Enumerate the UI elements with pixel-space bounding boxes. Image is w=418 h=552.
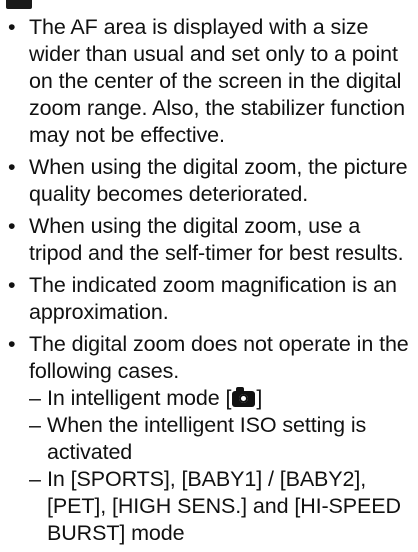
exception-item-intelligent-iso: – When the intelligent ISO setting is ac… — [29, 412, 414, 466]
bullet-icon: • — [8, 273, 16, 297]
notes-list: • The AF area is displayed with a size w… — [6, 14, 414, 552]
note-text: The indicated zoom magnification is an a… — [29, 273, 397, 324]
exception-list: – In intelligent mode [] – When the intel… — [29, 385, 414, 547]
note-text: The AF area is displayed with a size wid… — [29, 15, 405, 147]
note-text: The digital zoom does not operate in the… — [29, 332, 409, 383]
dash-icon: – — [29, 413, 41, 437]
note-item: • When using the digital zoom, use a tri… — [6, 213, 414, 267]
note-item: • The AF area is displayed with a size w… — [6, 14, 414, 149]
exception-text: In [SPORTS], [BABY1] / [BABY2], [PET], [… — [47, 467, 401, 545]
dash-icon: – — [29, 467, 41, 491]
note-text: When using the digital zoom, the picture… — [29, 155, 408, 206]
exception-text-end: ] — [256, 386, 263, 410]
note-text: When using the digital zoom, use a tripo… — [29, 214, 404, 265]
exception-text: When the intelligent ISO setting is acti… — [47, 413, 367, 464]
note-item: • When using the digital zoom, the pictu… — [6, 154, 414, 208]
bullet-icon: • — [8, 214, 16, 238]
exception-text: In intelligent mode [ — [47, 386, 232, 410]
manual-page: • The AF area is displayed with a size w… — [0, 0, 418, 545]
exception-item-scene-modes: – In [SPORTS], [BABY1] / [BABY2], [PET],… — [29, 466, 414, 547]
note-header-tab — [6, 0, 32, 9]
bullet-icon: • — [8, 155, 16, 179]
note-item: • The digital zoom does not operate in t… — [6, 331, 414, 547]
bullet-icon: • — [8, 15, 16, 39]
bullet-icon: • — [8, 332, 16, 356]
camera-icon — [232, 387, 256, 407]
note-item: • The indicated zoom magnification is an… — [6, 272, 414, 326]
exception-item-intelligent-mode: – In intelligent mode [] — [29, 385, 414, 412]
dash-icon: – — [29, 386, 41, 410]
